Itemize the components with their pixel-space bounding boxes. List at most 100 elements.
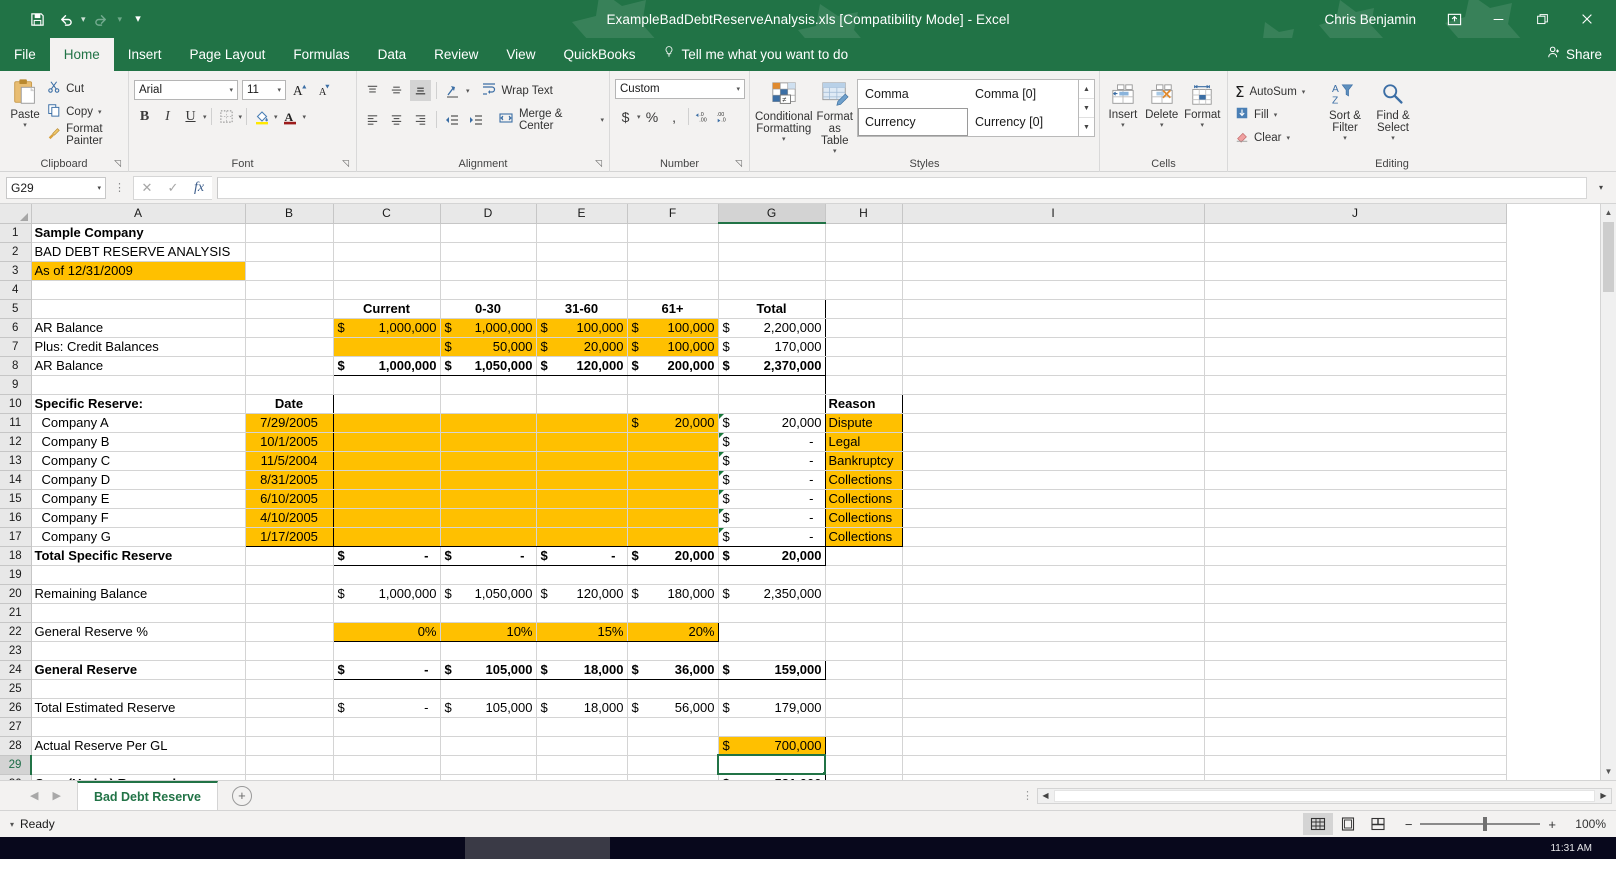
row-header-4[interactable]: 4	[0, 280, 32, 300]
cell-E14[interactable]	[535, 470, 628, 490]
styles-scroll-up-icon[interactable]: ▲	[1078, 80, 1094, 99]
cell-D21[interactable]	[440, 603, 537, 623]
sort-filter-button[interactable]: AZ Sort & Filter ▾	[1323, 78, 1367, 142]
comma-format-icon[interactable]: ,	[664, 106, 685, 127]
cell-E16[interactable]	[535, 508, 628, 528]
cell-H22[interactable]	[825, 622, 903, 642]
share-button[interactable]: Share	[1547, 38, 1616, 71]
align-left-icon[interactable]	[362, 109, 383, 130]
tab-data[interactable]: Data	[364, 38, 421, 71]
cell-A17[interactable]: Company G	[31, 527, 246, 547]
cell-C4[interactable]	[333, 280, 441, 300]
cell-J20[interactable]	[1204, 584, 1507, 604]
fill-color-icon[interactable]	[251, 106, 272, 127]
style-currency-0[interactable]: Currency [0]	[968, 108, 1078, 136]
cell-J7[interactable]	[1204, 337, 1507, 357]
cell-J25[interactable]	[1204, 679, 1507, 699]
column-header-d[interactable]: D	[440, 204, 537, 224]
cell-B10[interactable]: Date	[244, 393, 334, 414]
paste-button[interactable]: Paste ▾	[5, 75, 45, 129]
cell-H30[interactable]	[825, 774, 903, 780]
cell-F11[interactable]: $20,000	[626, 413, 719, 433]
cancel-formula-icon[interactable]: ✕	[134, 177, 160, 199]
cell-A2[interactable]: BAD DEBT RESERVE ANALYSIS	[31, 242, 246, 262]
cell-B27[interactable]	[245, 717, 334, 737]
font-name-select[interactable]: Arial ▾	[134, 79, 238, 100]
cell-B28[interactable]	[245, 736, 334, 756]
cell-I5[interactable]	[902, 299, 1205, 319]
cell-G27[interactable]	[718, 717, 826, 737]
cell-C29[interactable]	[333, 755, 441, 775]
cell-C1[interactable]	[333, 223, 441, 243]
cell-F1[interactable]	[627, 223, 719, 243]
cell-D16[interactable]	[439, 508, 537, 528]
increase-font-size-icon[interactable]: A	[290, 79, 311, 100]
tab-file[interactable]: File	[0, 38, 50, 71]
row-header-8[interactable]: 8	[0, 356, 32, 376]
fill-dropdown-icon[interactable]: ▾	[1274, 111, 1278, 119]
row-header-3[interactable]: 3	[0, 261, 32, 281]
cell-F17[interactable]	[626, 527, 719, 547]
cell-C3[interactable]	[333, 261, 441, 281]
cell-C12[interactable]	[332, 432, 441, 452]
cell-I1[interactable]	[902, 223, 1205, 243]
cell-H18[interactable]	[825, 546, 903, 566]
cell-J5[interactable]	[1204, 299, 1507, 319]
zoom-out-button[interactable]: −	[1405, 817, 1413, 832]
cell-B12[interactable]: 10/1/2005	[244, 432, 334, 452]
add-sheet-button[interactable]: +	[231, 785, 252, 806]
align-top-icon[interactable]	[362, 80, 383, 101]
cell-G2[interactable]	[718, 242, 826, 262]
cell-I19[interactable]	[902, 565, 1205, 585]
restore-button[interactable]	[1520, 2, 1564, 36]
cell-C2[interactable]	[333, 242, 441, 262]
cell-E29[interactable]	[536, 755, 628, 775]
cell-A27[interactable]	[31, 717, 246, 737]
row-header-25[interactable]: 25	[0, 679, 32, 699]
vertical-scrollbar[interactable]: ▲ ▼	[1600, 204, 1616, 780]
cell-C25[interactable]	[333, 679, 441, 699]
cell-G29[interactable]	[717, 754, 826, 775]
cell-A6[interactable]: AR Balance	[31, 318, 246, 338]
cell-H10[interactable]: Reason	[824, 393, 903, 414]
cell-B13[interactable]: 11/5/2004	[244, 451, 334, 471]
cell-I30[interactable]	[902, 774, 1205, 780]
column-header-i[interactable]: I	[902, 204, 1205, 224]
cell-E22[interactable]: 15%	[535, 621, 628, 642]
column-header-h[interactable]: H	[825, 204, 903, 224]
cell-D2[interactable]	[440, 242, 537, 262]
number-dialog-launcher-icon[interactable]: ◹	[735, 155, 742, 171]
cell-F15[interactable]	[626, 489, 719, 509]
cell-C10[interactable]	[332, 394, 441, 414]
format-dropdown-icon[interactable]: ▾	[1201, 121, 1205, 129]
tell-me-box[interactable]: Tell me what you want to do	[649, 38, 862, 71]
cell-J12[interactable]	[1204, 432, 1507, 452]
cell-H20[interactable]	[825, 584, 903, 604]
orientation-icon[interactable]	[442, 80, 463, 101]
number-format-chevron-down-icon[interactable]: ▾	[734, 85, 742, 93]
cell-G28[interactable]: $700,000	[717, 735, 826, 756]
delete-dropdown-icon[interactable]: ▾	[1160, 121, 1164, 129]
cell-F19[interactable]	[627, 565, 719, 585]
cell-D28[interactable]	[440, 736, 537, 756]
scroll-right-icon[interactable]: ▶	[1596, 791, 1611, 800]
insert-function-icon[interactable]: fx	[186, 177, 212, 199]
cell-G30[interactable]: $521,000	[717, 774, 826, 780]
cell-D19[interactable]	[440, 565, 537, 585]
column-header-b[interactable]: B	[245, 204, 334, 224]
cell-A28[interactable]: Actual Reserve Per GL	[31, 736, 246, 756]
cell-I7[interactable]	[902, 337, 1205, 357]
cell-H23[interactable]	[825, 641, 903, 661]
styles-gallery-scroll[interactable]: ▲ ▼ ▼	[1078, 79, 1095, 137]
row-header-6[interactable]: 6	[0, 318, 32, 338]
cell-J21[interactable]	[1204, 603, 1507, 623]
cell-B5[interactable]	[245, 299, 334, 319]
column-header-a[interactable]: A	[31, 204, 246, 224]
scroll-down-icon[interactable]: ▼	[1601, 763, 1616, 780]
previous-sheet-icon[interactable]: ◀	[30, 789, 38, 802]
cell-H27[interactable]	[825, 717, 903, 737]
cell-J23[interactable]	[1204, 641, 1507, 661]
cell-E17[interactable]	[535, 527, 628, 547]
cell-E8[interactable]: $120,000	[535, 355, 628, 376]
tab-view[interactable]: View	[492, 38, 549, 71]
